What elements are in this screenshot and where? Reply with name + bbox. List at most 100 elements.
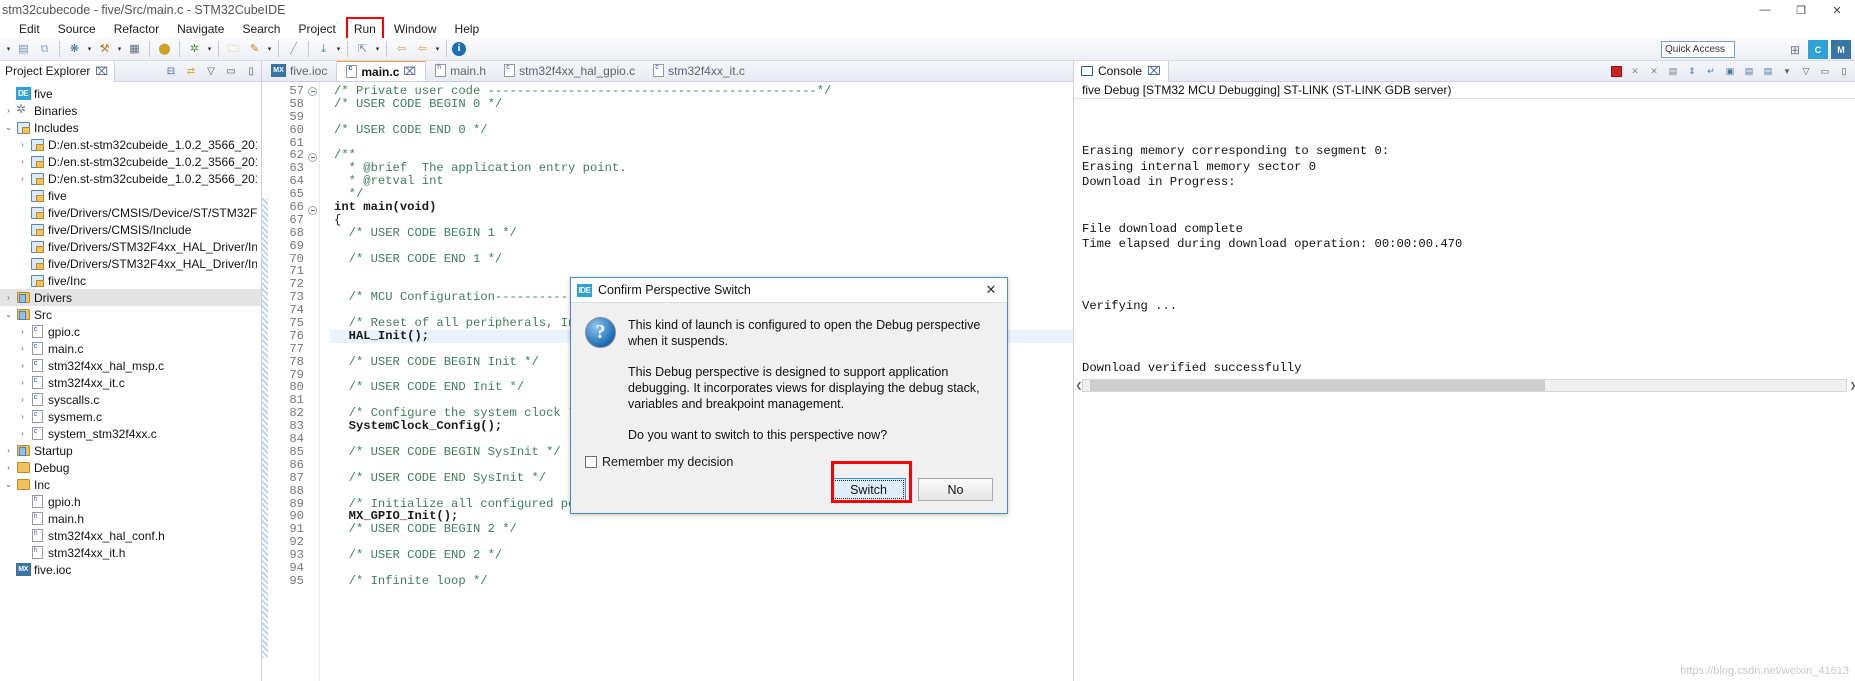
forward-icon[interactable]: ⇦ [413,40,432,59]
chevron-down-icon[interactable]: ⌄ [2,306,15,323]
chevron-right-icon[interactable]: › [16,357,29,374]
tree-item[interactable]: five/Drivers/STM32F4xx_HAL_Driver/Inc [0,238,261,255]
tree-item[interactable]: › Startup [0,442,261,459]
maximize-view-icon[interactable]: ▯ [244,65,258,79]
tree-item[interactable]: › syscalls.c [0,391,261,408]
no-button[interactable]: No [918,478,993,501]
debug-perspective-icon[interactable]: M [1831,40,1851,59]
info-icon[interactable]: i [452,42,466,56]
tab-project-explorer[interactable]: Project Explorer ⌧ [0,61,116,82]
chevron-right-icon[interactable]: › [16,340,29,357]
binary-icon[interactable]: ▦ [125,40,144,59]
tree-item[interactable]: ⌄ Includes [0,119,261,136]
chevron-right-icon[interactable]: › [2,442,15,459]
quick-access-input[interactable]: Quick Access [1661,41,1735,58]
close-button[interactable]: ✕ [1819,0,1855,20]
tree-item[interactable]: five/Drivers/CMSIS/Device/ST/STM32F4xx/I… [0,204,261,221]
tree-item[interactable]: › sysmem.c [0,408,261,425]
switch-button[interactable]: Switch [831,478,906,501]
console-hscrollbar[interactable] [1082,379,1847,392]
build-all-dropdown[interactable]: ▾ [85,40,94,59]
display-selected-console-icon[interactable]: ▤ [1742,65,1756,79]
tree-item[interactable]: main.h [0,510,261,527]
chevron-right-icon[interactable]: › [2,459,15,476]
view-menu-icon[interactable]: ▽ [204,65,218,79]
tree-item[interactable]: five/Drivers/CMSIS/Include [0,221,261,238]
tree-item[interactable]: › stm32f4xx_it.c [0,374,261,391]
maximize-button[interactable]: ❐ [1783,0,1819,20]
pencil-icon[interactable]: ✎ [245,40,264,59]
tree-item[interactable]: stm32f4xx_hal_conf.h [0,527,261,544]
fold-toggle-icon[interactable] [308,86,319,100]
chevron-right-icon[interactable]: › [2,289,15,306]
menu-item-help[interactable]: Help [446,21,489,37]
close-icon[interactable]: ✕ [981,280,1001,300]
tree-item[interactable]: DE five [0,85,261,102]
ruler-icon[interactable]: ╱ [284,40,303,59]
collapse-all-icon[interactable]: ⊟ [164,65,178,79]
back-icon[interactable]: ⇦ [392,40,411,59]
fold-toggle-icon[interactable] [308,205,319,219]
chevron-right-icon[interactable]: › [16,408,29,425]
save-all-icon[interactable]: ⧉ [35,40,54,59]
toolbar-overflow-arrow[interactable]: ▾ [4,40,13,59]
tree-item[interactable]: ⌄ Inc [0,476,261,493]
chevron-right-icon[interactable]: › [16,425,29,442]
menu-item-run[interactable]: Run [345,17,385,41]
tree-item[interactable]: five/Drivers/STM32F4xx_HAL_Driver/Inc/Le… [0,255,261,272]
tree-item[interactable]: MX five.ioc [0,561,261,578]
remember-decision-checkbox[interactable] [585,456,597,468]
minimize-button[interactable]: — [1747,0,1783,20]
view-menu-icon[interactable]: ▽ [1799,65,1813,79]
maximize-view-icon[interactable]: ▯ [1837,65,1851,79]
editor-tab-five-ioc[interactable]: MX five.ioc [262,61,336,81]
open-perspective-icon[interactable]: ⊞ [1785,40,1805,59]
cdt-perspective-icon[interactable]: C [1808,40,1828,59]
tree-item[interactable]: gpio.h [0,493,261,510]
tree-item[interactable]: ⌄ Src [0,306,261,323]
chevron-right-icon[interactable]: › [16,136,29,153]
open-resource-icon[interactable]: 🗀 [224,40,243,59]
scroll-right-icon[interactable]: ❯ [1848,379,1855,392]
close-icon[interactable]: ⌧ [95,65,108,78]
save-icon[interactable]: ▤ [14,40,33,59]
pencil-dropdown[interactable]: ▾ [265,40,274,59]
tree-item[interactable]: stm32f4xx_it.h [0,544,261,561]
word-wrap-icon[interactable]: ↵ [1704,65,1718,79]
minimize-view-icon[interactable]: ▭ [1818,65,1832,79]
debug-config-icon[interactable]: ⬤ [155,40,174,59]
pin-console-icon[interactable]: ▣ [1723,65,1737,79]
link-with-editor-icon[interactable]: ⇄ [184,65,198,79]
scrollbar-thumb[interactable] [1090,380,1545,391]
chevron-down-icon[interactable]: ⌄ [2,476,15,493]
chevron-right-icon[interactable]: › [2,102,15,119]
menu-item-window[interactable]: Window [385,21,446,37]
console-output[interactable]: Erasing memory corresponding to segment … [1074,99,1855,399]
tree-item[interactable]: › gpio.c [0,323,261,340]
chevron-down-icon[interactable]: ⌄ [2,119,15,136]
menu-item-search[interactable]: Search [233,21,289,37]
next-annotation-icon[interactable]: ⇱ [353,40,372,59]
download-icon[interactable]: ⤓ [314,40,333,59]
menu-item-navigate[interactable]: Navigate [168,21,233,37]
tree-item[interactable]: › Drivers [0,289,261,306]
fold-toggle-icon[interactable] [308,152,319,166]
remember-decision-row[interactable]: Remember my decision [585,455,733,469]
tree-item[interactable]: › Binaries [0,102,261,119]
fold-gutter[interactable] [308,82,320,681]
tree-item[interactable]: › D:/en.st-stm32cubeide_1.0.2_3566_201907… [0,153,261,170]
chevron-right-icon[interactable]: › [16,374,29,391]
download-dropdown[interactable]: ▾ [334,40,343,59]
chevron-right-icon[interactable]: › [16,153,29,170]
console-dropdown-icon[interactable]: ▾ [1780,65,1794,79]
build-hammer-dropdown[interactable]: ▾ [115,40,124,59]
menu-item-project[interactable]: Project [289,21,344,37]
tab-console[interactable]: Console ⌧ [1074,61,1169,82]
editor-tab-main-h[interactable]: main.h [426,61,495,81]
terminate-icon[interactable] [1609,65,1623,79]
tree-item[interactable]: › D:/en.st-stm32cubeide_1.0.2_3566_201907… [0,170,261,187]
close-icon[interactable]: ⌧ [403,65,416,78]
chevron-right-icon[interactable]: › [16,323,29,340]
build-hammer-icon[interactable]: ⚒ [95,40,114,59]
debug-bug-icon[interactable]: ✲ [185,40,204,59]
